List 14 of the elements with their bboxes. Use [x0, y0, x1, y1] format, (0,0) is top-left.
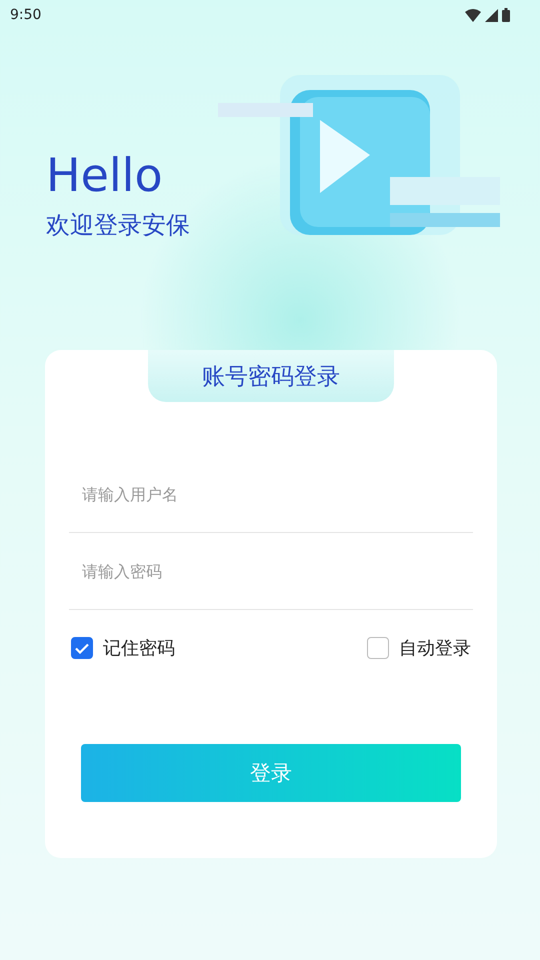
battery-icon [502, 8, 510, 22]
checkbox[interactable] [71, 637, 93, 659]
input-field[interactable]: 请输入用户名 [69, 456, 473, 533]
checkbox[interactable] [367, 637, 389, 659]
input-field[interactable]: 请输入密码 [69, 533, 473, 610]
wifi-icon [465, 8, 481, 22]
welcome-subtitle: 欢迎登录安保 [46, 210, 190, 241]
login-tab[interactable]: 账号密码登录 [148, 350, 394, 402]
check-icon [75, 642, 89, 654]
checkbox-option[interactable]: 记住密码 [71, 636, 175, 660]
signal-icon [485, 8, 498, 22]
checkbox-option[interactable]: 自动登录 [367, 636, 471, 660]
status-time: 9:50 [10, 7, 42, 23]
greeting-title: Hello [46, 147, 164, 203]
